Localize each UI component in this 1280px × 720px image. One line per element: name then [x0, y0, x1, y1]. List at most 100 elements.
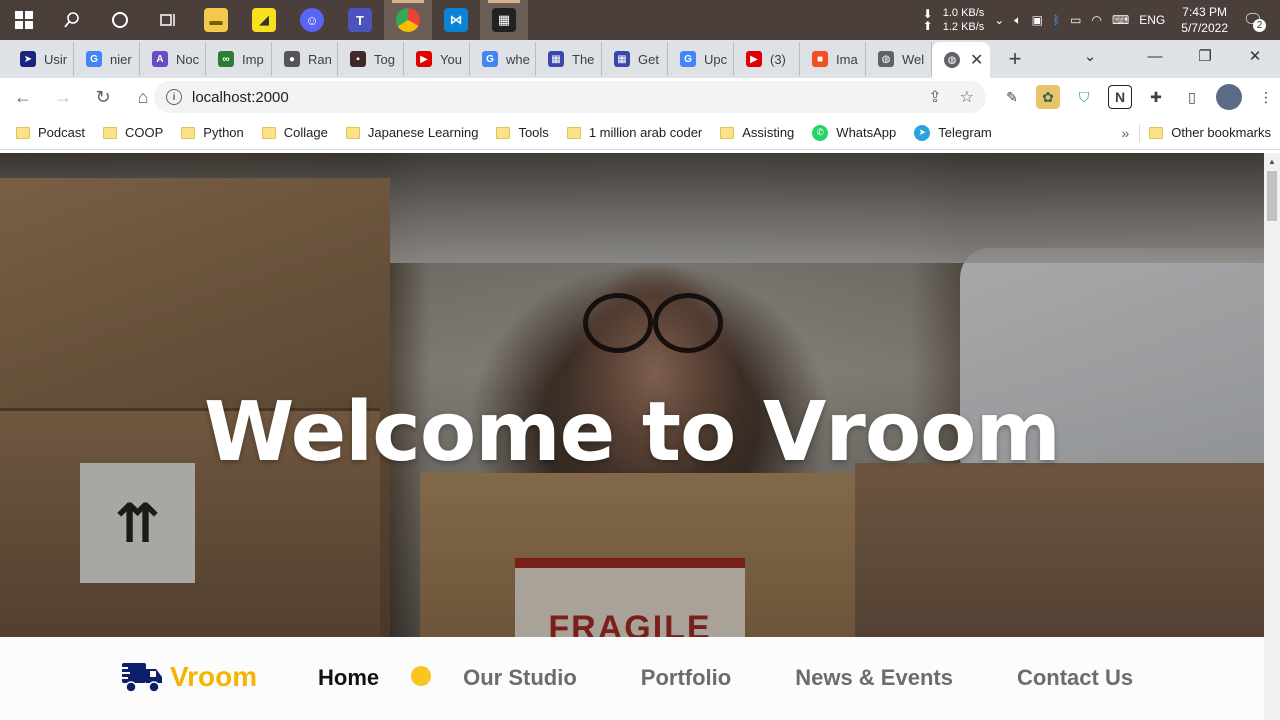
- taskbar-app-file-explorer[interactable]: ▬: [192, 0, 240, 40]
- bookmark-label: 1 million arab coder: [588, 125, 703, 140]
- tab-active-welcome[interactable]: ◍ ✕: [932, 42, 990, 78]
- close-tab-icon[interactable]: ✕: [970, 50, 983, 70]
- side-panel-icon[interactable]: ▯: [1180, 85, 1204, 109]
- tab-6[interactable]: ▶ You: [404, 42, 470, 76]
- bookmarks-overflow-chevron[interactable]: »: [1112, 125, 1140, 141]
- shield-extension-icon[interactable]: ⛉: [1072, 85, 1096, 109]
- wifi-icon[interactable]: ◠: [1091, 13, 1101, 27]
- bookmark-star-icon[interactable]: ☆: [960, 87, 974, 107]
- volume-icon[interactable]: 🔈︎: [1014, 13, 1021, 28]
- bookmark-coop[interactable]: COOP: [94, 119, 172, 147]
- page-scrollbar[interactable]: ▲: [1264, 153, 1280, 720]
- clock-date: 5/7/2022: [1181, 21, 1228, 35]
- tab-search-chevron-icon[interactable]: ⌄: [1068, 40, 1112, 72]
- taskbar-app-sticky-notes[interactable]: ◢: [240, 0, 288, 40]
- battery-icon[interactable]: ▭: [1070, 13, 1081, 27]
- share-icon[interactable]: ⇪: [928, 87, 941, 107]
- folder-icon: [181, 126, 196, 139]
- nav-news-events[interactable]: News & Events: [795, 665, 953, 691]
- vscode-icon: ⋈: [444, 8, 468, 32]
- kebab-menu-icon[interactable]: ⋮: [1254, 85, 1278, 109]
- plant-extension-icon[interactable]: ✿: [1036, 85, 1060, 109]
- taskbar-app-vscode[interactable]: ⋈: [432, 0, 480, 40]
- bookmark-label: Telegram: [938, 125, 992, 140]
- tab-0[interactable]: ➤ Usir: [8, 42, 74, 76]
- tab-8[interactable]: ▦ The: [536, 42, 602, 76]
- bookmark-japanese-learning[interactable]: Japanese Learning: [337, 119, 488, 147]
- scrollbar-thumb[interactable]: [1267, 171, 1277, 221]
- site-logo[interactable]: Vroom: [120, 659, 257, 695]
- bookmark-assisting[interactable]: Assisting: [711, 119, 803, 147]
- google-favicon-icon: G: [680, 51, 696, 67]
- site-info-icon[interactable]: i: [166, 89, 182, 105]
- bookmark-tools[interactable]: Tools: [487, 119, 557, 147]
- bookmark-telegram[interactable]: ➤ Telegram: [905, 119, 1000, 147]
- taskbar-app-teams[interactable]: T: [336, 0, 384, 40]
- eyedropper-extension-icon[interactable]: ✎: [1000, 85, 1024, 109]
- tab-13[interactable]: ◍ Wel: [866, 42, 932, 76]
- new-tab-button[interactable]: +: [998, 42, 1032, 76]
- nav-portfolio[interactable]: Portfolio: [641, 665, 731, 691]
- google-favicon-icon: G: [482, 51, 498, 67]
- tab-title: Imp: [242, 51, 264, 67]
- bookmark-podcast[interactable]: Podcast: [7, 119, 94, 147]
- bookmark-python[interactable]: Python: [172, 119, 252, 147]
- taskbar-app-discord[interactable]: ☺: [288, 0, 336, 40]
- windows-taskbar: ▬ ◢ ☺ T ⋈ ▦ ⬇ ⬆ 1.0 KB/s 1.2 KB/s ⌄ 🔈︎ ▣ …: [0, 0, 1280, 40]
- bookmark-whatsapp[interactable]: ✆ WhatsApp: [803, 119, 905, 147]
- nav-home[interactable]: Home: [318, 665, 379, 691]
- browser-tab-strip: ➤ Usir Gnier A Noc ∞ Imp ● Ran ▪ Tog ▶ You Gwhe ▦ The ▦ G…: [0, 40, 1280, 78]
- back-arrow-icon[interactable]: ←: [6, 80, 40, 114]
- bluetooth-icon[interactable]: ᛒ: [1053, 13, 1060, 27]
- tab-1[interactable]: Gnier: [74, 42, 140, 76]
- nav-our-studio[interactable]: Our Studio: [463, 665, 577, 691]
- tab-3[interactable]: ∞ Imp: [206, 42, 272, 76]
- bookmark-other-bookmarks[interactable]: Other bookmarks: [1140, 119, 1280, 147]
- taskbar-app-chrome[interactable]: [384, 0, 432, 40]
- bookmark-label: Tools: [518, 125, 549, 140]
- folder-icon: [16, 126, 30, 139]
- forward-arrow-icon[interactable]: →: [46, 80, 80, 114]
- bookmark-collage[interactable]: Collage: [253, 119, 337, 147]
- cortana-icon[interactable]: [96, 0, 144, 40]
- tab-7[interactable]: Gwhe: [470, 42, 536, 76]
- search-icon[interactable]: [48, 0, 96, 40]
- restore-button[interactable]: ❐: [1180, 40, 1230, 72]
- tab-12[interactable]: ■ Ima: [800, 42, 866, 76]
- tab-11[interactable]: ▶ (3): [734, 42, 800, 76]
- scroll-up-arrow-icon[interactable]: ▲: [1264, 153, 1280, 169]
- close-window-button[interactable]: ✕: [1230, 40, 1280, 72]
- meet-now-icon[interactable]: ▣: [1032, 13, 1043, 27]
- bookmark-label: COOP: [124, 125, 164, 140]
- bookmarks-bar: Podcast COOP Python Collage Japanese Learnin…: [0, 116, 1280, 150]
- chevron-up-icon[interactable]: ⌄: [994, 13, 1004, 27]
- tab-4[interactable]: ● Ran: [272, 42, 338, 76]
- nav-contact-us[interactable]: Contact Us: [1017, 665, 1133, 691]
- video-editor-icon: ▦: [492, 8, 516, 32]
- chrome-icon: [396, 8, 420, 32]
- infinity-favicon-icon: ∞: [218, 51, 234, 67]
- tab-5[interactable]: ▪ Tog: [338, 42, 404, 76]
- grid-favicon-icon: ▦: [548, 51, 564, 67]
- profile-avatar[interactable]: [1216, 84, 1242, 110]
- folder-icon: [261, 126, 276, 139]
- language-indicator[interactable]: ENG: [1139, 13, 1165, 27]
- address-text[interactable]: localhost:2000: [192, 89, 289, 106]
- windows-start-icon[interactable]: [0, 0, 48, 40]
- clock[interactable]: 7:43 PM 5/7/2022: [1181, 4, 1228, 36]
- task-view-icon[interactable]: [144, 0, 192, 40]
- bookmark-label: WhatsApp: [836, 125, 897, 140]
- address-bar[interactable]: i localhost:2000 ⇪ ☆: [154, 81, 986, 113]
- taskbar-app-video-editor[interactable]: ▦: [480, 0, 528, 40]
- puzzle-extensions-icon[interactable]: ✚: [1144, 85, 1168, 109]
- reload-icon[interactable]: ↻: [86, 80, 120, 114]
- tab-2[interactable]: A Noc: [140, 42, 206, 76]
- bookmark-1-million-arab-coder[interactable]: 1 million arab coder: [558, 119, 711, 147]
- tab-10[interactable]: G Upc: [668, 42, 734, 76]
- notion-extension-icon[interactable]: N: [1108, 85, 1132, 109]
- minimize-button[interactable]: —: [1130, 40, 1180, 72]
- tab-9[interactable]: ▦ Get: [602, 42, 668, 76]
- keyboard-icon[interactable]: ⌨: [1112, 13, 1129, 27]
- network-down-speed: 1.0 KB/s: [942, 7, 985, 19]
- notification-center-icon[interactable]: 🗨︎ 2: [1238, 6, 1268, 34]
